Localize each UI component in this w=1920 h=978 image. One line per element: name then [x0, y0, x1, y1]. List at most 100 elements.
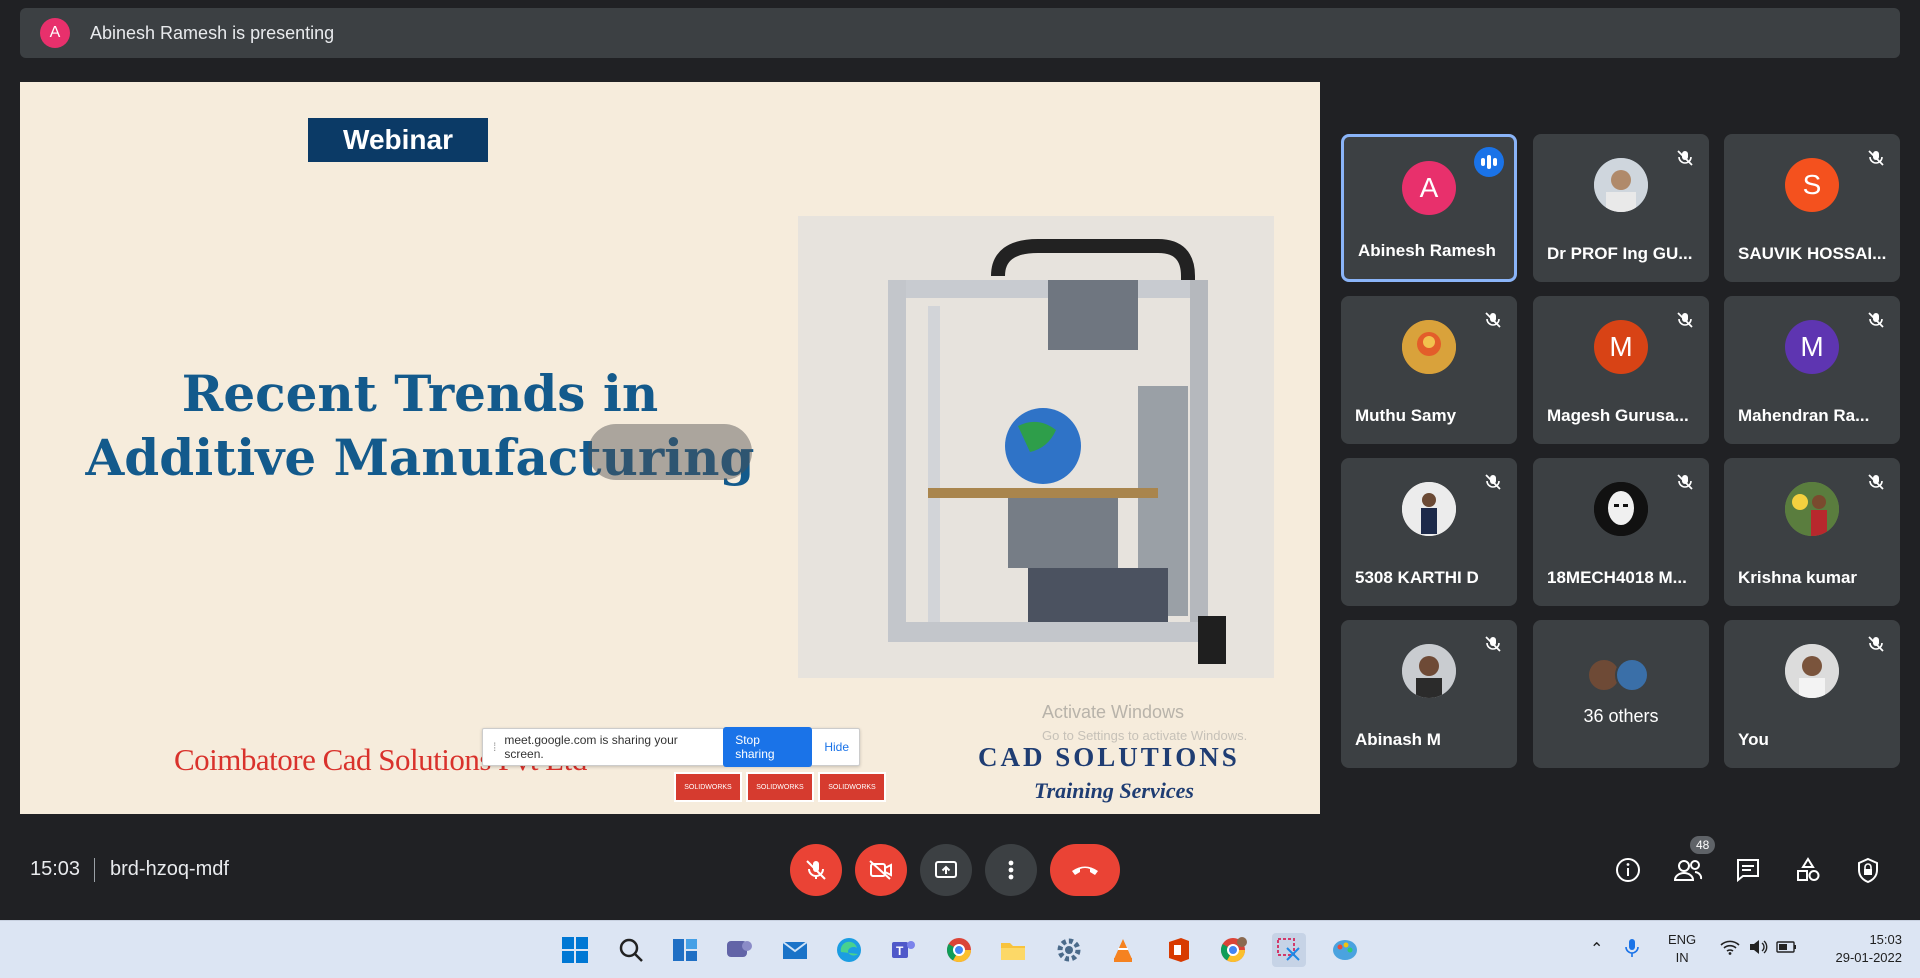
avatar — [1785, 482, 1839, 536]
chrome-profile-icon[interactable] — [1216, 933, 1250, 967]
meeting-code: brd-hzoq-mdf — [110, 858, 229, 880]
info-icon — [1616, 858, 1640, 882]
clock-date: 29-01-2022 — [1835, 950, 1903, 965]
people-button[interactable] — [1670, 852, 1706, 888]
participant-name: 18MECH4018 M... — [1547, 568, 1687, 587]
paint-icon[interactable] — [1328, 933, 1362, 967]
taskbar: T ⌃ ENG IN 15:03 29-01-2022 — [0, 920, 1920, 978]
search-icon[interactable] — [614, 933, 648, 967]
participant-tile[interactable]: S SAUVIK HOSSAI... — [1724, 134, 1900, 282]
participant-tile[interactable]: 18MECH4018 M... — [1533, 458, 1709, 606]
leave-call-button[interactable] — [1050, 844, 1120, 896]
mic-toggle-button[interactable] — [790, 844, 842, 896]
solidworks-badge: SOLIDWORKS — [746, 772, 814, 802]
more-vertical-icon — [1008, 860, 1014, 880]
volume-icon[interactable] — [1748, 938, 1768, 959]
screen-share-notification: ⁞ meet.google.com is sharing your screen… — [482, 727, 860, 767]
solidworks-badges: SOLIDWORKS SOLIDWORKS SOLIDWORKS — [674, 772, 886, 802]
svg-text:T: T — [896, 944, 904, 958]
participant-name: Dr PROF Ing GU... — [1547, 244, 1693, 263]
solidworks-badge: SOLIDWORKS — [674, 772, 742, 802]
stop-sharing-button[interactable]: Stop sharing — [723, 727, 813, 767]
participant-tile[interactable]: Dr PROF Ing GU... — [1533, 134, 1709, 282]
participant-tile[interactable]: M Magesh Gurusa... — [1533, 296, 1709, 444]
wifi-icon[interactable] — [1720, 939, 1740, 958]
battery-icon[interactable] — [1776, 939, 1798, 958]
mic-off-icon — [1481, 308, 1505, 332]
present-icon — [935, 861, 957, 878]
file-explorer-icon[interactable] — [996, 933, 1030, 967]
avatar — [1402, 320, 1456, 374]
office-icon[interactable] — [1162, 933, 1196, 967]
participant-tile[interactable]: 5308 KARTHI D — [1341, 458, 1517, 606]
language-indicator[interactable]: ENG IN — [1668, 931, 1696, 967]
windows-start-icon[interactable] — [558, 933, 592, 967]
mic-off-icon — [1673, 308, 1697, 332]
avatar: M — [1785, 320, 1839, 374]
drag-handle-icon[interactable]: ⁞ — [493, 740, 496, 754]
widgets-icon[interactable] — [668, 933, 702, 967]
avatar — [1402, 482, 1456, 536]
activities-button[interactable] — [1790, 852, 1826, 888]
mic-off-icon — [806, 860, 826, 880]
participant-name: SAUVIK HOSSAI... — [1738, 244, 1887, 263]
snipping-tool-icon[interactable] — [1272, 933, 1306, 967]
avatar — [1594, 158, 1648, 212]
participant-tile[interactable]: Krishna kumar — [1724, 458, 1900, 606]
vlc-icon[interactable] — [1106, 933, 1140, 967]
language-code: ENG — [1668, 932, 1697, 947]
more-options-button[interactable] — [985, 844, 1037, 896]
present-screen-button[interactable] — [920, 844, 972, 896]
presenting-text: Abinesh Ramesh is presenting — [90, 22, 335, 43]
participant-tile[interactable]: Muthu Samy — [1341, 296, 1517, 444]
camera-off-icon — [869, 860, 892, 880]
show-hidden-icons-icon[interactable]: ⌃ — [1590, 939, 1603, 959]
camera-toggle-button[interactable] — [855, 844, 907, 896]
participant-name: Abinesh Ramesh — [1358, 241, 1496, 260]
settings-gear-icon[interactable] — [1052, 933, 1086, 967]
hide-button[interactable]: Hide — [824, 740, 849, 754]
mic-off-icon — [1673, 470, 1697, 494]
shared-screen: Webinar Recent Trends in Additive Manufa… — [20, 82, 1320, 814]
chat-meet-icon[interactable] — [722, 933, 756, 967]
chat-button[interactable] — [1730, 852, 1766, 888]
training-services-text: Training Services — [1034, 778, 1194, 803]
participant-name: You — [1738, 730, 1769, 749]
participant-tile[interactable]: M Mahendran Ra... — [1724, 296, 1900, 444]
shield-lock-icon — [1858, 857, 1878, 884]
slide-controls-overlay[interactable] — [588, 424, 752, 480]
mic-off-icon — [1481, 632, 1505, 656]
participant-tile[interactable]: A Abinesh Ramesh — [1341, 134, 1517, 282]
activate-windows-watermark: Activate Windows — [1042, 702, 1185, 722]
participant-name: 5308 KARTHI D — [1355, 568, 1479, 587]
participant-tile[interactable]: Abinash M — [1341, 620, 1517, 768]
edge-icon[interactable] — [832, 933, 866, 967]
mic-off-icon — [1481, 470, 1505, 494]
chrome-icon[interactable] — [942, 933, 976, 967]
others-count: 36 others — [1583, 706, 1659, 726]
mail-icon[interactable] — [778, 933, 812, 967]
avatar — [1402, 644, 1456, 698]
mic-off-icon — [1864, 308, 1888, 332]
people-count-badge: 48 — [1690, 836, 1716, 854]
slide-title-line1: Recent Trends in — [181, 364, 659, 423]
mic-off-icon — [1673, 146, 1697, 170]
host-controls-button[interactable] — [1850, 852, 1886, 888]
printer-image — [798, 216, 1274, 678]
presenter-avatar: A — [40, 18, 70, 48]
mic-off-icon — [1864, 146, 1888, 170]
avatar — [1594, 482, 1648, 536]
participant-name: Krishna kumar — [1738, 568, 1858, 587]
others-tile[interactable]: 36 others — [1533, 620, 1709, 768]
participant-name: Muthu Samy — [1355, 406, 1457, 425]
self-tile[interactable]: You — [1724, 620, 1900, 768]
system-clock[interactable]: 15:03 29-01-2022 — [1822, 931, 1903, 967]
end-call-icon — [1072, 866, 1098, 875]
solidworks-badge: SOLIDWORKS — [818, 772, 886, 802]
divider — [94, 858, 95, 882]
share-notification-text: meet.google.com is sharing your screen. — [504, 733, 678, 761]
avatar: M — [1594, 320, 1648, 374]
microphone-tray-icon[interactable] — [1624, 937, 1640, 962]
meeting-details-button[interactable] — [1610, 852, 1646, 888]
teams-icon[interactable]: T — [886, 933, 920, 967]
